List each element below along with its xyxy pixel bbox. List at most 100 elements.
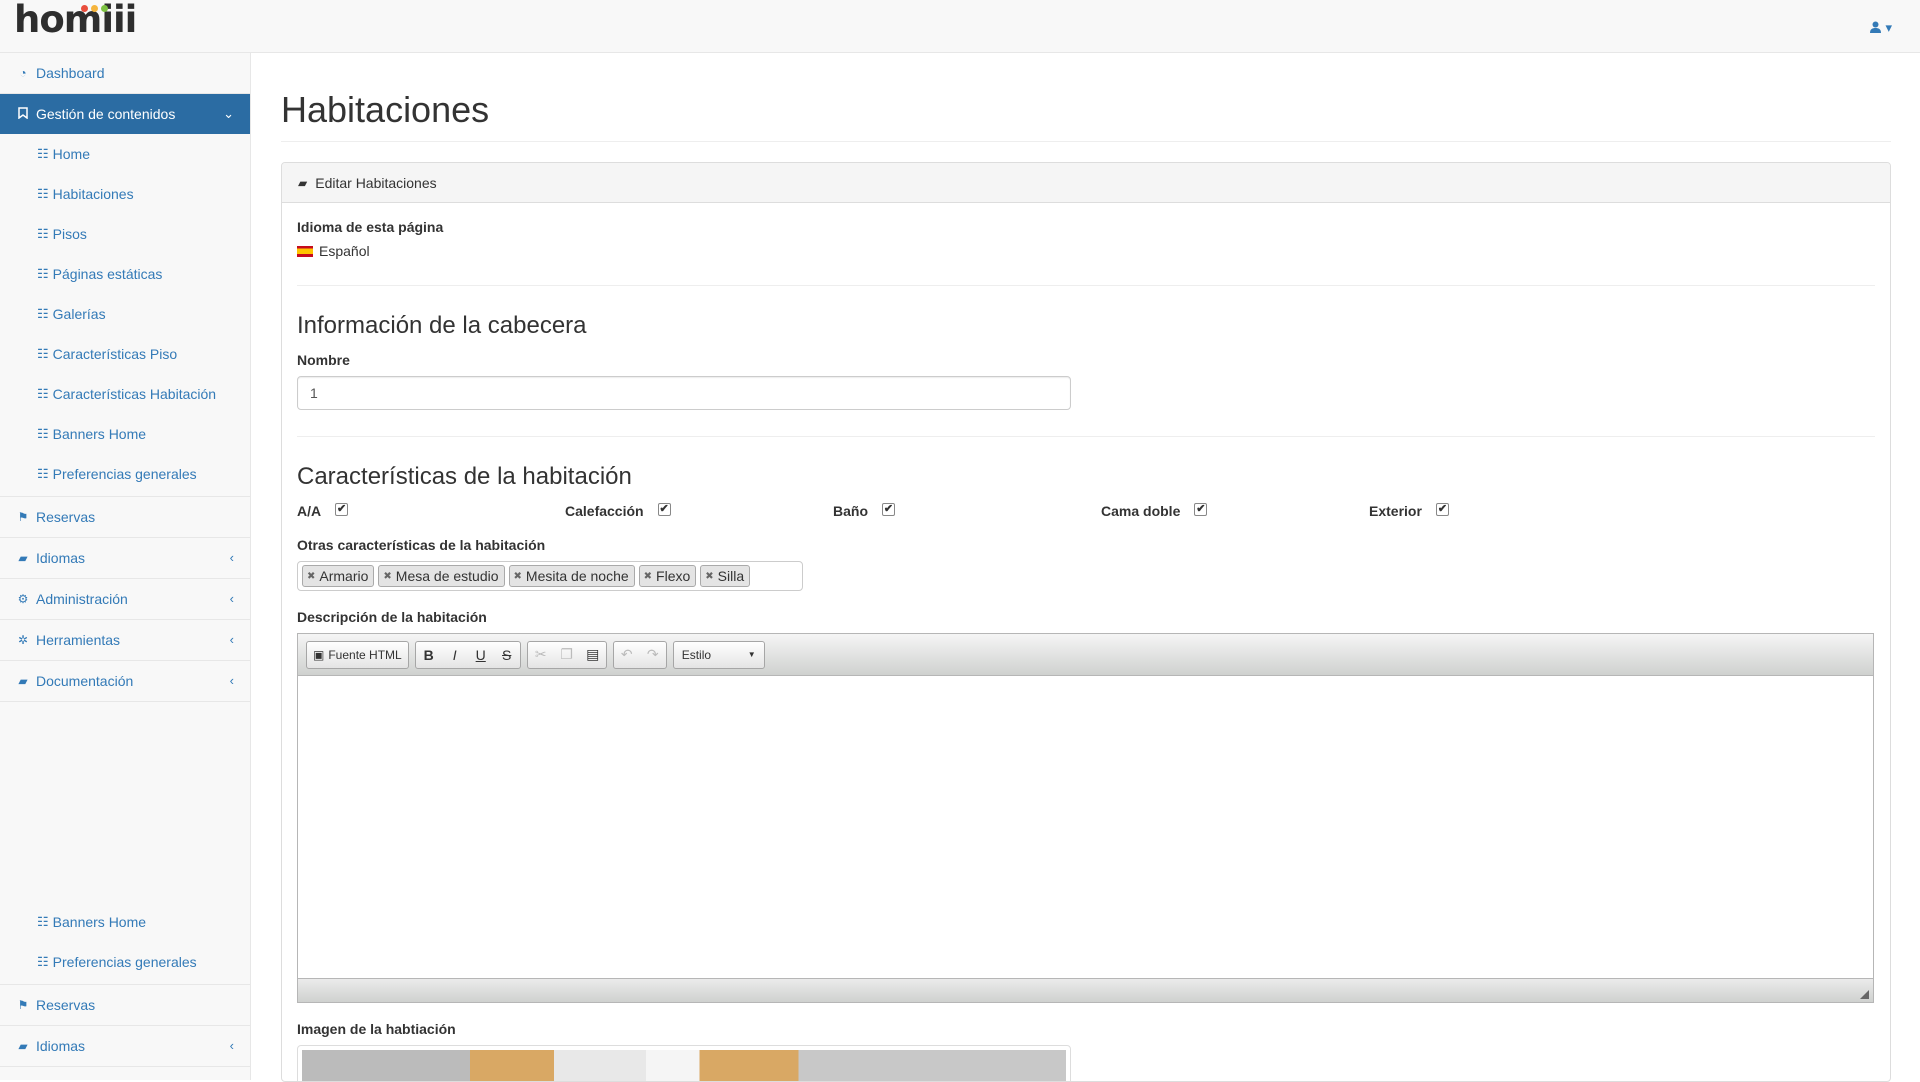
style-group: Estilo ▼ <box>672 640 765 669</box>
style-dropdown-label: Estilo <box>681 647 712 662</box>
description-label: Descripción de la habitación <box>297 609 487 625</box>
checkbox-checked-icon[interactable]: ✔ <box>1194 502 1208 516</box>
sidebar-subitem-preferencias-generales[interactable]: ☷ Preferencias generales <box>0 454 250 494</box>
checkbox-cama-doble[interactable]: Cama doble ✔ <box>1101 502 1369 519</box>
editor-statusbar <box>298 978 1873 1002</box>
flag-icon: ⚑ <box>17 510 29 524</box>
paste-icon[interactable]: ▤ <box>580 642 606 668</box>
undo-icon[interactable]: ↶ <box>614 642 640 668</box>
strikethrough-button[interactable]: S <box>494 642 520 668</box>
style-dropdown[interactable]: Estilo ▼ <box>674 642 764 668</box>
sidebar-item-reservas[interactable]: ⚑ Reservas <box>0 497 250 538</box>
redo-icon[interactable]: ↷ <box>640 642 666 668</box>
remove-tag-icon[interactable]: ✖ <box>307 571 315 582</box>
checkbox-exterior[interactable]: Exterior ✔ <box>1369 502 1637 519</box>
sidebar-subitem-habitaciones[interactable]: ☷ Habitaciones <box>0 174 250 214</box>
sidebar-subitem-caracteristicas-habitacion[interactable]: ☷ Características Habitación <box>0 374 250 414</box>
checkbox-checked-icon[interactable]: ✔ <box>882 502 895 516</box>
book-icon: ▰ <box>298 175 308 190</box>
checkbox-calefaccion[interactable]: Calefacción ✔ <box>565 502 833 519</box>
underline-button[interactable]: U <box>468 642 494 668</box>
header-section-title: Información de la cabecera <box>297 312 587 339</box>
sidebar-subitem-banners-home[interactable]: ☷ Banners Home <box>0 902 250 942</box>
sidebar-subitem-preferencias-generales[interactable]: ☷ Preferencias generales <box>0 942 250 982</box>
name-input[interactable] <box>297 376 1071 410</box>
sidebar-subitem-label: Pisos <box>52 226 87 242</box>
sidebar-subitem-label: Banners Home <box>52 426 147 442</box>
sidebar-item-herramientas[interactable]: ✲ Herramientas ‹ <box>0 620 250 661</box>
sidebar-item-idiomas[interactable]: ▰ Idiomas ‹ <box>0 538 250 579</box>
sidebar-subitem-label: Preferencias generales <box>52 466 197 482</box>
sidebar-item-documentacion[interactable]: ▰ Documentación ‹ <box>0 661 250 702</box>
sidebar-subitem-home[interactable]: ☷ Home <box>0 134 250 174</box>
source-group: ▣ Fuente HTML <box>306 640 409 669</box>
checkbox-checked-icon[interactable]: ✔ <box>1435 502 1449 516</box>
italic-button[interactable]: I <box>442 642 468 668</box>
source-html-button[interactable]: ▣ Fuente HTML <box>307 642 408 668</box>
sidebar-item-dashboard[interactable]: ◔ Dashboard <box>0 53 250 94</box>
tags-input[interactable]: ✖ Armario ✖ Mesa de estudio ✖ Mesita de noc… <box>297 561 803 591</box>
tag-label: Flexo <box>656 568 691 584</box>
sidebar-subitem-galerias[interactable]: ☷ Galerías <box>0 294 250 334</box>
remove-tag-icon[interactable]: ✖ <box>383 571 391 582</box>
copy-icon[interactable]: ❐ <box>554 642 580 668</box>
tag[interactable]: ✖ Mesita de noche <box>508 565 635 587</box>
sidebar-subitem-label: Habitaciones <box>52 186 134 202</box>
user-menu[interactable]: ▾ <box>1870 20 1892 36</box>
cut-icon[interactable]: ✂ <box>528 642 554 668</box>
sidebar-subitem-pisos[interactable]: ☷ Pisos <box>0 214 250 254</box>
tag[interactable]: ✖ Silla <box>700 565 751 587</box>
feature-checkboxes: A/A ✔ Calefacción ✔ Baño ✔ Cama doble ✔ Exte… <box>297 502 1875 519</box>
sidebar-item-administracion[interactable]: ⚙ Administración ‹ <box>0 579 250 620</box>
list-icon: ☷ <box>37 386 49 401</box>
tag[interactable]: ✖ Armario <box>302 565 375 587</box>
checkbox-checked-icon[interactable]: ✔ <box>335 502 349 516</box>
sidebar-item-gestion-de-contenidos[interactable]: Gestión de contenidos ⌄ <box>0 94 250 134</box>
remove-tag-icon[interactable]: ✖ <box>514 571 522 582</box>
logo-dots <box>81 5 108 12</box>
checkbox-aa[interactable]: A/A ✔ <box>297 502 565 519</box>
cogs-icon: ⚙ <box>17 592 29 606</box>
tag-label: Mesa de estudio <box>395 568 499 584</box>
language-text: Español <box>319 243 370 259</box>
page-title: Habitaciones <box>281 89 1891 142</box>
sidebar-item-label: Reservas <box>36 509 96 525</box>
book-icon: ▰ <box>18 674 28 688</box>
image-label: Imagen de la habtiación <box>297 1021 456 1037</box>
room-image-preview[interactable] <box>297 1045 1071 1081</box>
source-icon: ▣ <box>313 647 325 662</box>
sidebar-subitem-banners-home[interactable]: ☷ Banners Home <box>0 414 250 454</box>
chevron-left-icon: ‹ <box>229 550 234 565</box>
list-icon: ☷ <box>37 346 49 361</box>
sidebar-item-label: Reservas <box>36 997 96 1013</box>
tag[interactable]: ✖ Mesa de estudio <box>378 565 505 587</box>
sidebar-item-label: Herramientas <box>36 632 121 648</box>
checkbox-label: Exterior <box>1369 503 1422 519</box>
remove-tag-icon[interactable]: ✖ <box>644 571 652 582</box>
sidebar-item-idiomas[interactable]: ▰ Idiomas ‹ <box>0 1026 250 1067</box>
sidebar-subitem-label: Banners Home <box>52 914 147 930</box>
homiii-logo[interactable]: homiii <box>14 0 137 41</box>
list-icon: ☷ <box>37 954 49 969</box>
resize-grip-icon[interactable] <box>1860 990 1869 999</box>
logo-text: homiii <box>14 0 137 41</box>
gear-icon: ✲ <box>17 633 29 647</box>
sidebar-subitem-paginas-estaticas[interactable]: ☷ Páginas estáticas <box>0 254 250 294</box>
list-icon: ☷ <box>37 186 49 201</box>
sidebar-subitem-caracteristicas-piso[interactable]: ☷ Características Piso <box>0 334 250 374</box>
sidebar-item-label: Gestión de contenidos <box>36 106 176 122</box>
remove-tag-icon[interactable]: ✖ <box>705 571 713 582</box>
rich-text-editor: ▣ Fuente HTML B I U S ✂ ❐ ▤ ↶ ↷ Estilo ▼ <box>297 633 1874 1003</box>
checkbox-bano[interactable]: Baño ✔ <box>833 502 1101 519</box>
features-section-title: Características de la habitación <box>297 463 632 490</box>
editor-content-area[interactable] <box>298 676 1873 978</box>
sidebar-item-reservas[interactable]: ⚑ Reservas <box>0 985 250 1026</box>
book-icon: ▰ <box>18 1039 28 1053</box>
sidebar-item-label: Administración <box>36 591 128 607</box>
checkbox-checked-icon[interactable]: ✔ <box>657 502 671 516</box>
sidebar-subitem-label: Páginas estáticas <box>52 266 163 282</box>
sidebar: ◔ Dashboard Gestión de contenidos ⌄ ☷ Hom… <box>0 53 251 1080</box>
bold-button[interactable]: B <box>416 642 442 668</box>
tag[interactable]: ✖ Flexo <box>638 565 697 587</box>
dashboard-icon: ◔ <box>19 66 27 80</box>
